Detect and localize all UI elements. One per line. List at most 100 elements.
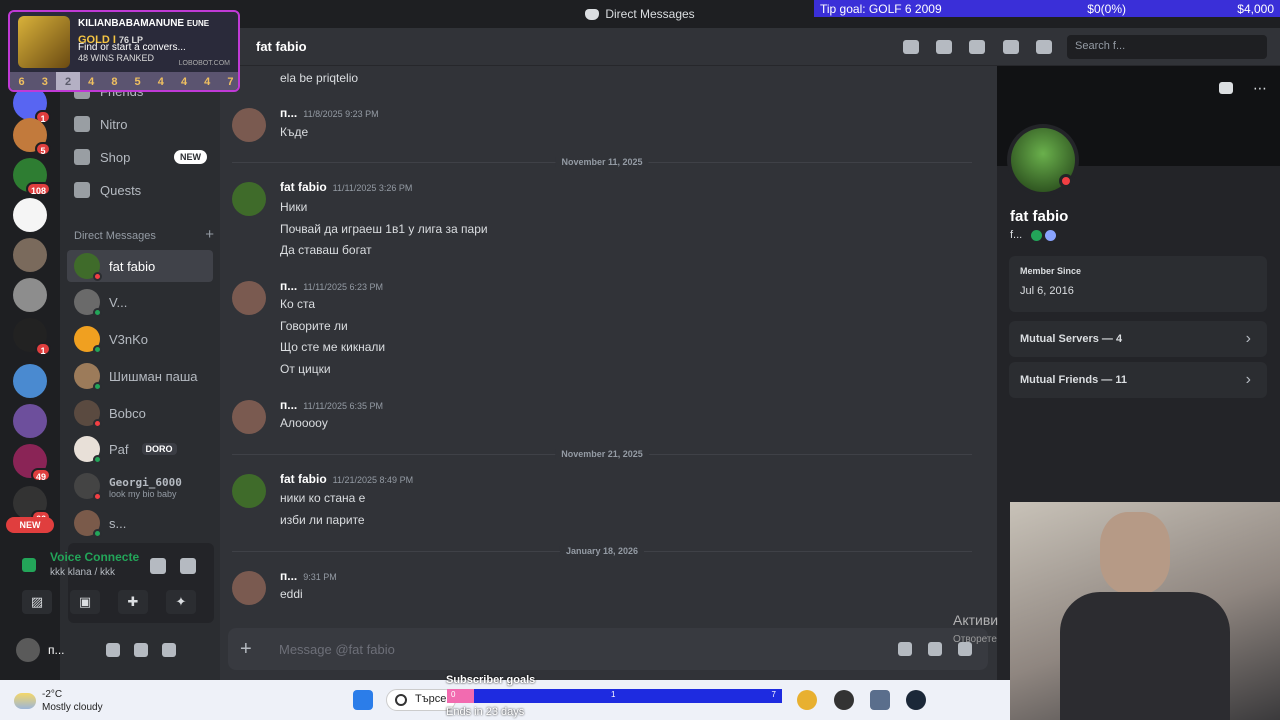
dm-item[interactable]: Georgi_6000 look my bio baby — [67, 470, 213, 502]
message-composer[interactable]: + Message @fat fabio — [228, 628, 988, 670]
windows-start-icon[interactable] — [353, 690, 373, 710]
pin-icon[interactable] — [969, 40, 985, 54]
message-time: 11/11/2025 3:26 PM — [332, 183, 413, 193]
status-dot — [1059, 174, 1073, 188]
dm-name: Georgi_6000 — [109, 475, 182, 489]
server-icon[interactable]: 5 — [13, 118, 51, 156]
server-icon[interactable]: 66 — [13, 486, 51, 524]
dm-item[interactable]: Bobco — [67, 397, 213, 429]
windows-activation-subtext: Отворете — [953, 634, 997, 645]
rank-emblem-icon — [18, 16, 70, 68]
avatar[interactable] — [232, 108, 266, 142]
disconnect-icon[interactable] — [180, 558, 196, 574]
tip-goal-progress: $0(0%) — [1087, 1, 1126, 16]
server-icon[interactable] — [13, 404, 47, 438]
streak-value: 4 — [204, 76, 211, 88]
avatar[interactable] — [232, 474, 266, 508]
dm-item[interactable]: fat fabio — [67, 250, 213, 282]
server-icon[interactable] — [13, 198, 47, 232]
dm-item[interactable]: Шишман паша — [67, 360, 213, 392]
add-dm-button[interactable]: + — [205, 227, 214, 242]
weather-desc: Mostly cloudy — [42, 702, 103, 713]
mutual-friends-row[interactable]: Mutual Friends — 11 › — [1009, 362, 1267, 398]
unread-badge: 49 — [30, 468, 51, 482]
message-input[interactable]: Message @fat fabio — [279, 642, 395, 657]
message-author[interactable]: п... — [280, 398, 297, 412]
video-call-icon[interactable] — [936, 40, 952, 54]
search-icon — [395, 694, 407, 706]
voice-channel[interactable]: kkk klana / kkk — [50, 567, 115, 578]
app-icon[interactable] — [834, 690, 854, 710]
server-icon[interactable] — [13, 278, 47, 312]
noise-suppression-icon[interactable] — [150, 558, 166, 574]
avatar[interactable] — [232, 571, 266, 605]
add-attachment-icon[interactable]: + — [240, 638, 252, 661]
dm-item[interactable]: s... — [67, 507, 213, 539]
server-icon[interactable] — [13, 238, 47, 272]
server-icon[interactable]: 1 — [13, 318, 51, 356]
camera-button[interactable]: ▨ — [22, 590, 52, 614]
chat-header: fat fabio Search f... — [220, 28, 1280, 66]
dm-item[interactable]: Paf DORO — [67, 433, 213, 465]
member-since-value: Jul 6, 2016 — [1020, 285, 1074, 297]
activities-button[interactable]: ✚ — [118, 590, 148, 614]
server-icon[interactable] — [13, 364, 47, 398]
profile-username: f... — [1010, 229, 1023, 241]
avatar[interactable] — [232, 281, 266, 315]
message-author[interactable]: fat fabio — [280, 180, 327, 194]
message-time: 11/11/2025 6:23 PM — [303, 282, 383, 292]
overlay-player: KILIANBABAMANUNE — [78, 18, 185, 29]
streak-value: 4 — [157, 76, 164, 88]
overlay-streak: 6 3 2 4 8 5 4 4 4 7 — [10, 72, 238, 90]
message-author[interactable]: п... — [280, 106, 297, 120]
steam-icon[interactable] — [906, 690, 926, 710]
nav-quests[interactable]: Quests — [68, 175, 213, 205]
avatar[interactable] — [16, 638, 40, 662]
voice-call-icon[interactable] — [903, 40, 919, 54]
message-author[interactable]: fat fabio — [280, 472, 327, 486]
avatar[interactable] — [232, 182, 266, 216]
date-divider-label: November 21, 2025 — [555, 449, 649, 459]
gif-icon[interactable] — [928, 642, 942, 656]
add-friend-icon[interactable] — [1219, 82, 1233, 94]
nav-nitro[interactable]: Nitro — [68, 109, 213, 139]
mutual-servers-label: Mutual Servers — 4 — [1020, 333, 1123, 345]
weather-widget[interactable]: -2°C Mostly cloudy — [14, 688, 103, 714]
webcam-overlay — [1010, 502, 1280, 720]
emoji-icon[interactable] — [898, 642, 912, 656]
avatar[interactable] — [232, 400, 266, 434]
user-profile-icon[interactable] — [1036, 40, 1052, 54]
server-icon[interactable]: 49 — [13, 444, 51, 482]
server-icon[interactable]: 108 — [13, 158, 51, 196]
voice-signal-icon — [22, 558, 36, 572]
settings-app-icon[interactable] — [870, 690, 890, 710]
nav-shop[interactable]: Shop NEW — [68, 142, 213, 172]
windows-activation-watermark: Активи — [953, 612, 999, 628]
badge-icon — [1031, 229, 1043, 241]
dm-name: V3nKo — [109, 331, 149, 347]
message-author[interactable]: п... — [280, 279, 297, 293]
chrome-icon[interactable] — [797, 690, 817, 710]
nav-shop-label: Shop — [100, 149, 131, 165]
overlay-wins: 48 WINS RANKED — [78, 53, 155, 63]
profile-avatar[interactable] — [1007, 124, 1079, 196]
headphones-icon[interactable] — [134, 643, 148, 657]
chat-recipient: fat fabio — [256, 39, 307, 54]
dm-item[interactable]: V3nKo — [67, 323, 213, 355]
more-options-icon[interactable]: ⋯ — [1253, 80, 1267, 97]
search-input[interactable]: Search f... — [1067, 35, 1267, 59]
settings-icon[interactable] — [162, 643, 176, 657]
message-text: Почвай да играеш 1в1 у лига за пари — [280, 222, 488, 236]
subscriber-goal-target: 7 — [771, 690, 776, 699]
microphone-icon[interactable] — [106, 643, 120, 657]
mutual-servers-row[interactable]: Mutual Servers — 4 › — [1009, 321, 1267, 357]
add-friends-icon[interactable] — [1003, 40, 1019, 54]
message-author[interactable]: п... — [280, 569, 297, 583]
screen-share-button[interactable]: ▣ — [70, 590, 100, 614]
overlay-region: EUNE — [186, 19, 210, 28]
dm-item[interactable]: V... — [67, 286, 213, 318]
status-dot — [93, 529, 102, 538]
message-text: ники ко стана е — [280, 491, 366, 505]
new-servers-pill[interactable]: NEW — [6, 517, 54, 533]
soundboard-button[interactable]: ✦ — [166, 590, 196, 614]
